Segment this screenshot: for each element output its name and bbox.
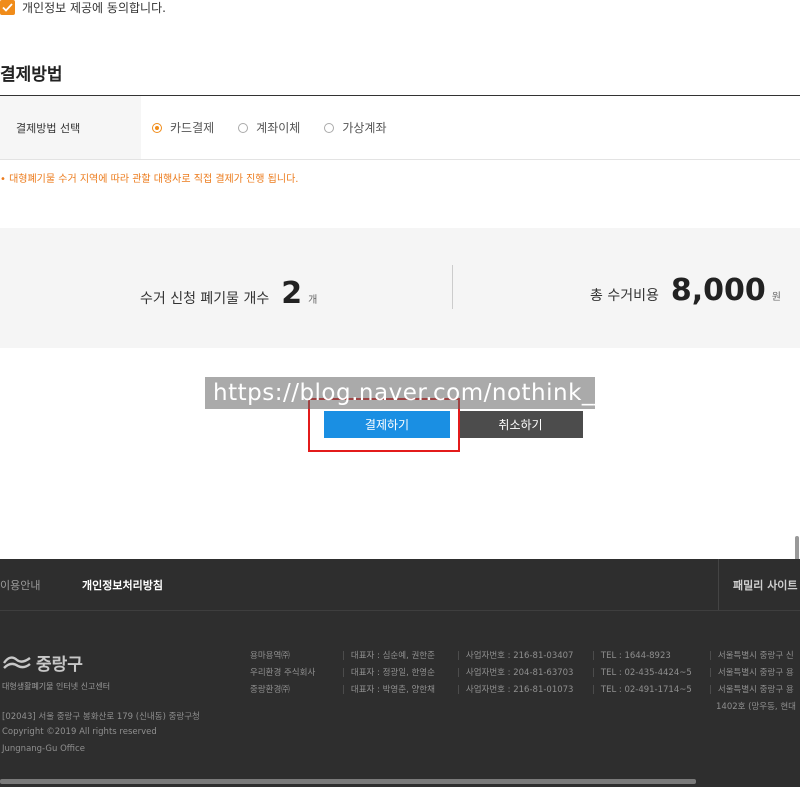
total-cost: 총 수거비용 8,000 원 [590, 273, 781, 308]
payment-notice: • 대형폐기물 수거 지역에 따라 관할 대행사로 직접 결제가 진행 됩니다. [0, 174, 299, 185]
horizontal-scrollbar[interactable] [0, 779, 696, 784]
radio-label: 카드결제 [170, 121, 215, 135]
check-icon [2, 2, 13, 12]
company-biz: 사업자번호 : 216-81-03407 [465, 651, 574, 661]
company-tel: TEL : 02-435-4424~5 [600, 668, 692, 678]
company-name: 우리환경 주식회사 [250, 668, 316, 678]
company-ceos: | 대표자 : 심순예, 권한준 | 대표자 : 정광일, 한영순 | 대표자 : 박… [342, 651, 435, 695]
payment-method-label: 결제방법 선택 [0, 96, 141, 159]
radio-selected-icon [152, 122, 162, 133]
divider [718, 559, 719, 610]
waste-count: 수거 신청 폐기물 개수 2 개 [140, 276, 317, 311]
company-tel: TEL : 1644-8923 [600, 651, 671, 661]
nav-usage-link[interactable]: 이용안내 [0, 577, 40, 593]
company-addr: 서울특별시 중랑구 신 [717, 651, 794, 661]
checkbox-checked[interactable] [0, 0, 15, 15]
logo-wave-icon [3, 655, 31, 669]
logo-subtitle: 대형생활폐기물 인터넷 신고센터 [2, 682, 111, 691]
cost-label: 총 수거비용 [590, 288, 659, 304]
radio-transfer[interactable]: 계좌이체 [238, 119, 300, 136]
payment-method-table: 결제방법 선택 카드결제 계좌이체 가상계좌 [0, 95, 800, 160]
radio-icon [324, 122, 335, 133]
company-ceo: 대표자 : 박영춘, 양한채 [350, 685, 435, 695]
consent-row[interactable]: 개인정보 제공에 동의합니다. [0, 0, 166, 18]
count-label: 수거 신청 폐기물 개수 [140, 291, 270, 307]
radio-card[interactable]: 카드결제 [152, 119, 214, 136]
logo-name: 중랑구 [36, 655, 83, 675]
company-addr: 서울특별시 중랑구 용 [717, 685, 794, 695]
footer-logo: 중랑구 [2, 650, 83, 675]
company-name: 중랑환경㈜ [250, 685, 290, 695]
footer-office: Jungnang-Gu Office [2, 744, 85, 754]
count-unit: 개 [308, 295, 318, 306]
company-ceo: 대표자 : 정광일, 한영순 [350, 668, 435, 678]
company-addr: 서울특별시 중랑구 용 [717, 668, 794, 678]
cost-unit: 원 [771, 292, 781, 303]
company-names: 용마용역㈜ 우리환경 주식회사 중랑환경㈜ [250, 648, 315, 699]
section-title: 결제방법 [0, 65, 63, 85]
count-value: 2 [281, 276, 303, 311]
payment-radio-group: 카드결제 계좌이체 가상계좌 [152, 96, 411, 159]
consent-label: 개인정보 제공에 동의합니다. [22, 0, 166, 15]
footer-copyright: Copyright ©2019 All rights reserved [2, 727, 157, 737]
company-biz-numbers: | 사업자번호 : 216-81-03407 | 사업자번호 : 204-81-63… [457, 651, 574, 695]
footer-nav: 이용안내 개인정보처리방침 패밀리 사이트 [0, 559, 800, 611]
company-tel: TEL : 02-491-1714~5 [600, 685, 692, 695]
radio-virtual-account[interactable]: 가상계좌 [324, 119, 387, 136]
summary-box: 수거 신청 폐기물 개수 2 개 총 수거비용 8,000 원 [0, 228, 800, 348]
company-tels: | TEL : 1644-8923 | TEL : 02-435-4424~5 | T… [592, 651, 692, 695]
radio-label: 가상계좌 [342, 121, 387, 135]
footer-address: [02043] 서울 중랑구 봉화산로 179 (신내동) 중랑구청 [2, 712, 200, 722]
radio-icon [238, 122, 249, 133]
company-addresses: | 서울특별시 중랑구 신 | 서울특별시 중랑구 용 | 서울특별시 중랑구 용 1… [703, 648, 800, 716]
family-site-select[interactable]: 패밀리 사이트 [733, 577, 798, 593]
company-biz: 사업자번호 : 216-81-01073 [465, 685, 574, 695]
company-biz: 사업자번호 : 204-81-63703 [465, 668, 574, 678]
company-ceo: 대표자 : 심순예, 권한준 [350, 651, 435, 661]
watermark: https://blog.naver.com/nothink__ [205, 377, 595, 409]
company-name: 용마용역㈜ [250, 651, 290, 661]
nav-privacy-link[interactable]: 개인정보처리방침 [82, 577, 163, 593]
company-addr-extra: 1402호 (망우동, 현대 [716, 702, 796, 712]
cost-value: 8,000 [670, 273, 766, 308]
cancel-button[interactable]: 취소하기 [458, 411, 583, 438]
radio-label: 계좌이체 [256, 121, 301, 135]
divider [452, 265, 453, 309]
